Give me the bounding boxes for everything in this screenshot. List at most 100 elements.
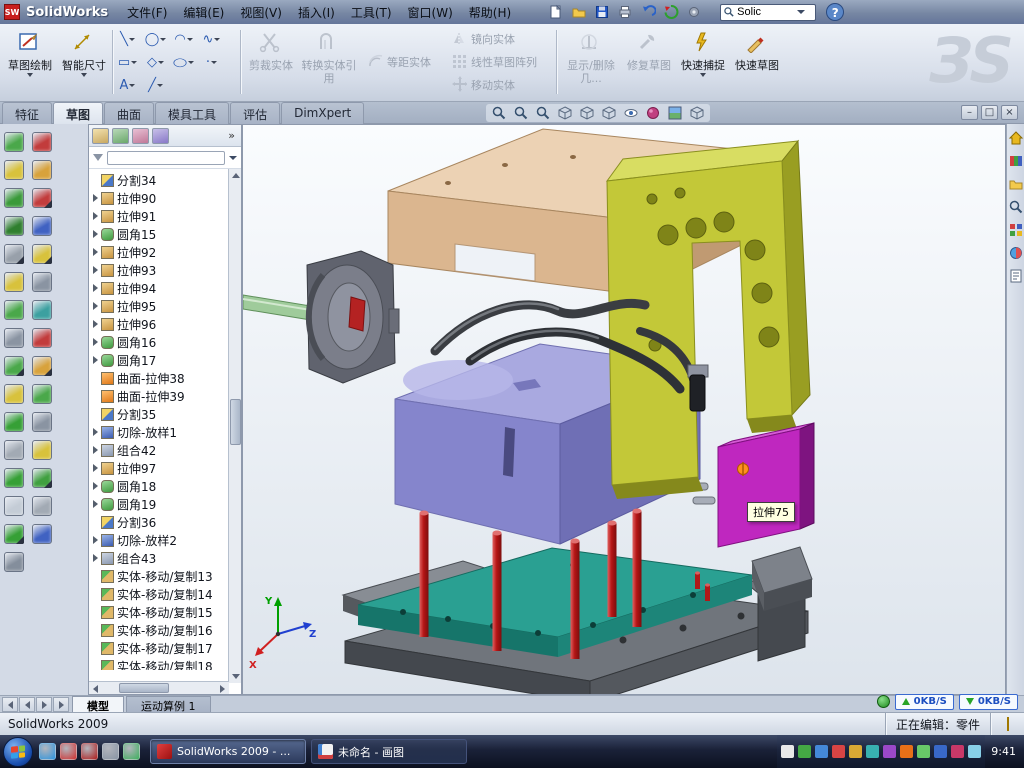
tray-icon-5[interactable] <box>849 745 862 758</box>
section-view-button[interactable] <box>555 104 575 122</box>
ellipse-tool-button[interactable]: ◯ <box>170 51 197 73</box>
features-toolbar-icon-7[interactable] <box>4 300 24 320</box>
scroll-down-icon[interactable] <box>232 674 240 679</box>
expand-arrow-icon[interactable] <box>93 536 98 544</box>
tree-item[interactable]: 分割34 <box>92 171 241 189</box>
sketch-toolbar-icon-10[interactable] <box>32 384 52 404</box>
features-toolbar-icon-4[interactable] <box>4 216 24 236</box>
task-pane-custom-properties-button[interactable] <box>1008 268 1024 284</box>
features-toolbar-icon-6[interactable] <box>4 272 24 292</box>
quick-launch-icon-1[interactable] <box>39 743 56 760</box>
open-icon[interactable] <box>569 2 589 22</box>
features-toolbar-icon-14[interactable] <box>4 496 24 516</box>
tray-icon-1[interactable] <box>781 745 794 758</box>
tab-scroll-left-button[interactable] <box>19 697 35 712</box>
print-icon[interactable] <box>615 2 635 22</box>
expand-arrow-icon[interactable] <box>93 266 98 274</box>
sketch-toolbar-icon-8[interactable] <box>32 328 52 348</box>
edit-appearance-button[interactable] <box>643 104 663 122</box>
tab-2[interactable]: 曲面 <box>104 102 154 124</box>
features-toolbar-icon-11[interactable] <box>4 412 24 432</box>
tray-icon-11[interactable] <box>951 745 964 758</box>
tree-item[interactable]: 切除-放样2 <box>92 531 241 549</box>
text-tool-button[interactable]: A <box>114 74 141 96</box>
expand-arrow-icon[interactable] <box>93 500 98 508</box>
tab-scroll-first-button[interactable] <box>2 697 18 712</box>
task-pane-design-library-button[interactable] <box>1008 153 1024 169</box>
doc-minimize-button[interactable]: – <box>961 105 978 120</box>
menu-tools[interactable]: 工具(T) <box>344 2 399 23</box>
search-dropdown-icon[interactable] <box>797 10 805 14</box>
display-delete-relations-button[interactable]: 显示/删除几... <box>562 27 620 97</box>
tab-dimxpertmanager[interactable] <box>152 128 169 144</box>
quick-launch-icon-5[interactable] <box>123 743 140 760</box>
expand-arrow-icon[interactable] <box>93 212 98 220</box>
tab-featuremanager[interactable] <box>92 128 109 144</box>
task-pane-home-button[interactable] <box>1008 130 1024 146</box>
rectangle-tool-button[interactable]: ▭ <box>114 51 141 73</box>
tree-item[interactable]: 拉伸91 <box>92 207 241 225</box>
arc-tool-button[interactable]: ◠ <box>170 28 197 50</box>
features-toolbar-icon-16[interactable] <box>4 552 24 572</box>
repair-sketch-button[interactable]: 修复草图 <box>624 27 674 97</box>
tree-item[interactable]: 实体-移动/复制16 <box>92 621 241 639</box>
sketch-toolbar-icon-15[interactable] <box>32 524 52 544</box>
move-entities-button[interactable]: 移动实体 <box>448 75 518 95</box>
features-toolbar-icon-5[interactable] <box>4 244 24 264</box>
sketch-toolbar-icon-7[interactable] <box>32 300 52 320</box>
tree-item[interactable]: 圆角18 <box>92 477 241 495</box>
features-toolbar-icon-1[interactable] <box>4 132 24 152</box>
convert-entities-button[interactable]: 转换实体引用 <box>300 27 358 97</box>
options-icon[interactable] <box>684 2 704 22</box>
doc-close-button[interactable]: × <box>1001 105 1018 120</box>
tray-icon-4[interactable] <box>832 745 845 758</box>
expand-arrow-icon[interactable] <box>93 284 98 292</box>
expand-arrow-icon[interactable] <box>93 302 98 310</box>
rebuild-icon[interactable] <box>661 2 681 22</box>
net-monitor-icon[interactable] <box>877 695 890 708</box>
tray-icon-3[interactable] <box>815 745 828 758</box>
sketch-toolbar-icon-9[interactable] <box>32 356 52 376</box>
menu-window[interactable]: 窗口(W) <box>401 2 460 23</box>
tree-item[interactable]: 实体-移动/复制14 <box>92 585 241 603</box>
tree-item[interactable]: 曲面-拉伸39 <box>92 387 241 405</box>
task-pane-file-explorer-button[interactable] <box>1008 176 1024 192</box>
tree-item[interactable]: 实体-移动/复制13 <box>92 567 241 585</box>
doc-restore-button[interactable]: □ <box>981 105 998 120</box>
expand-arrow-icon[interactable] <box>93 482 98 490</box>
tree-item[interactable]: 组合42 <box>92 441 241 459</box>
note-icon[interactable] <box>1007 717 1009 731</box>
tree-item[interactable]: 组合43 <box>92 549 241 567</box>
filter-dropdown-icon[interactable] <box>229 156 237 160</box>
features-toolbar-icon-3[interactable] <box>4 188 24 208</box>
view-orientation-button[interactable] <box>577 104 597 122</box>
spline-tool-button[interactable]: ∿ <box>198 28 225 50</box>
quick-snaps-button[interactable]: 快速捕捉 <box>678 27 728 97</box>
tree-item[interactable]: 实体-移动/复制17 <box>92 639 241 657</box>
3d-model-canvas[interactable]: Y Z X <box>243 125 1005 694</box>
scrollbar-thumb[interactable] <box>119 683 169 693</box>
tab-motion-study[interactable]: 运动算例 1 <box>126 696 211 712</box>
zoom-fit-button[interactable] <box>489 104 509 122</box>
expand-arrow-icon[interactable] <box>93 554 98 562</box>
expand-arrow-icon[interactable] <box>93 464 98 472</box>
sketch-toolbar-icon-6[interactable] <box>32 272 52 292</box>
tree-item[interactable]: 拉伸90 <box>92 189 241 207</box>
tab-model[interactable]: 模型 <box>72 696 124 712</box>
scroll-up-icon[interactable] <box>232 173 240 178</box>
tree-item[interactable]: 实体-移动/复制15 <box>92 603 241 621</box>
task-pane-appearances-button[interactable] <box>1008 245 1024 261</box>
tree-item[interactable]: 拉伸92 <box>92 243 241 261</box>
quick-launch-icon-4[interactable] <box>102 743 119 760</box>
expand-arrow-icon[interactable] <box>93 230 98 238</box>
tree-item[interactable]: 圆角16 <box>92 333 241 351</box>
expand-arrow-icon[interactable] <box>93 338 98 346</box>
tree-item[interactable]: 圆角15 <box>92 225 241 243</box>
sketch-toolbar-icon-14[interactable] <box>32 496 52 516</box>
features-toolbar-icon-15[interactable] <box>4 524 24 544</box>
tree-horizontal-scrollbar[interactable] <box>89 681 229 694</box>
view-settings-button[interactable] <box>687 104 707 122</box>
tree-item[interactable]: 拉伸95 <box>92 297 241 315</box>
gray-clamp-fixture[interactable] <box>307 251 399 383</box>
sketch-toolbar-icon-2[interactable] <box>32 160 52 180</box>
